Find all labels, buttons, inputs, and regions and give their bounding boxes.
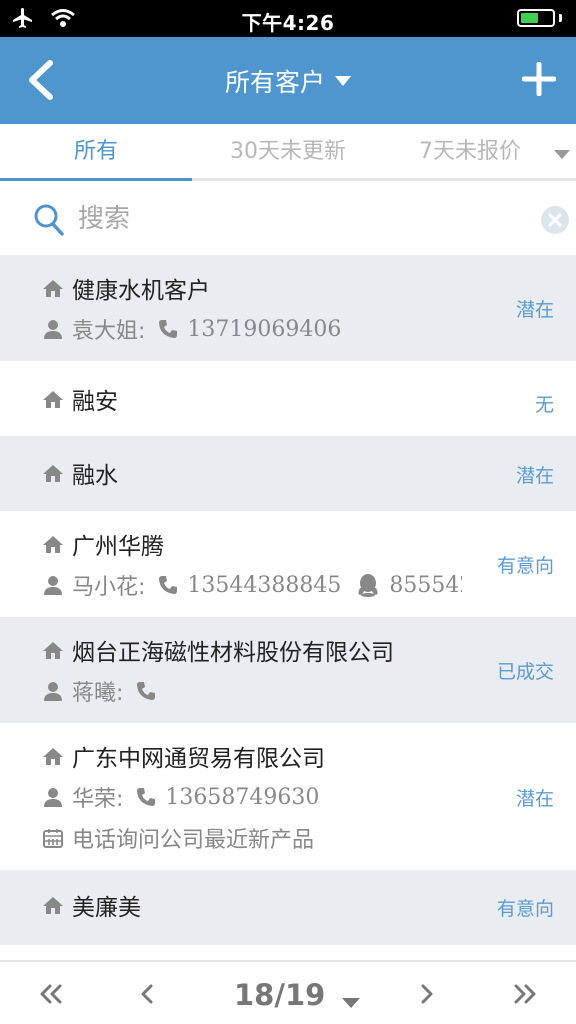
chevron-down-icon[interactable] bbox=[342, 998, 360, 1008]
tab-indicator bbox=[0, 178, 192, 181]
tab-7-days-no-quote[interactable]: 7天未报价 bbox=[384, 124, 556, 181]
contact-name: 袁大姐: bbox=[72, 319, 146, 344]
pagination-bar: 18/19 bbox=[0, 960, 576, 1024]
status-badge: 有意向 bbox=[496, 555, 554, 577]
tabs-more-icon[interactable] bbox=[554, 150, 570, 159]
search-input[interactable] bbox=[78, 199, 518, 239]
contact-name: 马小花: bbox=[72, 575, 146, 600]
status-bar: 下午4:26 bbox=[0, 0, 576, 37]
customer-list: 健康水机客户 袁大姐: 13719069406 潜在 融安 无 融水 潜在 广州… bbox=[0, 255, 576, 945]
status-time: 下午4:26 bbox=[241, 11, 335, 35]
qq-icon bbox=[358, 574, 378, 597]
home-icon bbox=[43, 897, 63, 914]
previous-page-icon[interactable] bbox=[138, 982, 156, 1006]
customer-name: 美廉美 bbox=[72, 895, 141, 921]
page-title: 所有客户 bbox=[224, 68, 325, 97]
clear-icon[interactable] bbox=[540, 205, 570, 235]
home-icon bbox=[43, 536, 63, 553]
status-badge: 潜在 bbox=[515, 788, 554, 810]
phone-icon bbox=[159, 576, 178, 594]
customer-row[interactable]: 广州华腾 马小花: 13544388845 8555429 有意向 bbox=[0, 511, 576, 617]
customer-row[interactable]: 健康水机客户 袁大姐: 13719069406 潜在 bbox=[0, 255, 576, 361]
qq-number: 8555429 bbox=[389, 572, 462, 598]
home-icon bbox=[43, 748, 63, 765]
customer-name: 融安 bbox=[72, 389, 118, 415]
tab-all[interactable]: 所有 bbox=[0, 124, 192, 181]
chevron-down-icon bbox=[335, 76, 351, 86]
status-badge: 已成交 bbox=[496, 661, 554, 683]
add-icon[interactable] bbox=[522, 62, 556, 96]
customer-row[interactable]: 融安 无 bbox=[0, 361, 576, 436]
follow-up-note: 电话询问公司最近新产品 bbox=[72, 828, 315, 853]
home-icon bbox=[43, 465, 63, 482]
next-page-icon[interactable] bbox=[418, 982, 436, 1006]
phone-number[interactable]: 13658749630 bbox=[165, 785, 319, 810]
customer-row[interactable]: 融水 潜在 bbox=[0, 436, 576, 511]
calendar-icon bbox=[43, 829, 63, 848]
tab-30-days-not-updated[interactable]: 30天未更新 bbox=[192, 124, 384, 181]
contact-name: 蒋曦: bbox=[72, 681, 124, 706]
user-icon bbox=[44, 682, 62, 701]
customer-name: 健康水机客户 bbox=[72, 278, 210, 304]
customer-name: 融水 bbox=[72, 463, 118, 489]
status-badge: 有意向 bbox=[496, 898, 554, 920]
filter-tabs: 所有 30天未更新 7天未报价 bbox=[0, 124, 576, 181]
home-icon bbox=[43, 391, 63, 408]
user-icon bbox=[44, 320, 62, 339]
phone-icon bbox=[137, 682, 156, 700]
customer-row[interactable]: 烟台正海磁性材料股份有限公司 蒋曦: 已成交 bbox=[0, 617, 576, 723]
phone-number[interactable]: 13544388845 bbox=[187, 573, 341, 598]
last-page-icon[interactable] bbox=[512, 982, 538, 1006]
home-icon bbox=[43, 642, 63, 659]
battery-level bbox=[521, 13, 538, 23]
page-indicator[interactable]: 18/19 bbox=[234, 962, 325, 1024]
home-icon bbox=[43, 280, 63, 297]
status-badge: 潜在 bbox=[515, 299, 554, 321]
status-badge: 无 bbox=[534, 394, 554, 416]
phone-icon bbox=[159, 320, 178, 338]
search-icon bbox=[34, 204, 64, 236]
phone-icon bbox=[137, 788, 156, 806]
customer-name: 广东中网通贸易有限公司 bbox=[72, 746, 325, 772]
customer-name: 广州华腾 bbox=[72, 534, 164, 560]
user-icon bbox=[44, 576, 62, 595]
contact-name: 华荣: bbox=[72, 787, 124, 812]
nav-bar: 所有客户 bbox=[0, 37, 576, 124]
phone-number[interactable]: 13719069406 bbox=[187, 317, 341, 342]
customer-name: 烟台正海磁性材料股份有限公司 bbox=[72, 640, 394, 666]
customer-row[interactable]: 广东中网通贸易有限公司 华荣: 13658749630 电话询问公司最近新产品 … bbox=[0, 723, 576, 870]
status-badge: 潜在 bbox=[515, 465, 554, 487]
battery-icon bbox=[517, 9, 562, 27]
first-page-icon[interactable] bbox=[38, 982, 64, 1006]
page-title-dropdown[interactable]: 所有客户 bbox=[0, 63, 576, 99]
user-icon bbox=[44, 788, 62, 807]
search-bar bbox=[0, 184, 576, 255]
customer-row[interactable]: 美廉美 有意向 bbox=[0, 870, 576, 945]
